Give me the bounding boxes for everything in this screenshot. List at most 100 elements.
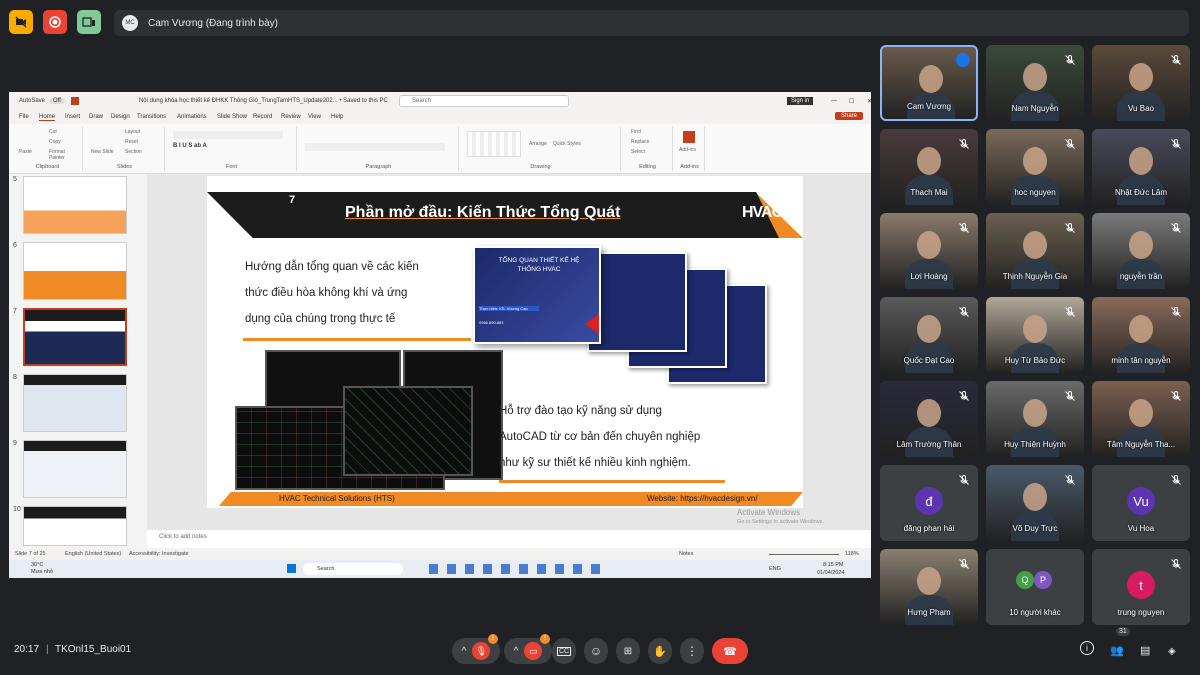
slide-text-2: Hỗ trợ đào tạo kỹ năng sử dụng AutoCAD t… [499, 398, 700, 476]
share-button[interactable]: Share [835, 112, 864, 120]
close-icon[interactable]: ✕ [867, 98, 871, 105]
signin-button[interactable]: Sign in [787, 97, 814, 105]
menu-insert[interactable]: Insert [65, 114, 80, 120]
participant-video [1023, 147, 1047, 175]
pp-search-input[interactable]: Search [399, 95, 569, 107]
slide-thumb-6[interactable] [23, 242, 127, 300]
font-controls[interactable] [173, 131, 283, 139]
participant-tile[interactable]: Vu Bao [1092, 45, 1190, 121]
addins-icon[interactable] [683, 131, 695, 143]
emoji-button[interactable]: ☺ [584, 638, 608, 664]
menu-design[interactable]: Design [111, 114, 130, 120]
participant-tile[interactable]: Nhật Đức Lâm [1092, 129, 1190, 205]
section-button[interactable]: Section [125, 149, 142, 155]
participant-tile[interactable]: Huy Từ Bảo Đức [986, 297, 1084, 373]
camera-button[interactable]: ^ ▭ ! [504, 634, 552, 664]
chat-button[interactable]: ▤ [1140, 641, 1154, 657]
participant-tile[interactable]: Võ Duy Trực [986, 465, 1084, 541]
menu-slideshow[interactable]: Slide Show [217, 114, 247, 120]
status-notes-button[interactable]: Notes [679, 551, 693, 557]
record-icon[interactable] [43, 10, 67, 34]
slide-thumb-5[interactable] [23, 176, 127, 234]
participant-tile[interactable]: Quốc Đạt Cao [880, 297, 978, 373]
recording-icon[interactable] [9, 10, 33, 34]
slide-thumb-9[interactable] [23, 440, 127, 498]
participant-tile[interactable]: Nam Nguyễn [986, 45, 1084, 121]
minimize-icon[interactable]: — [831, 98, 837, 104]
present-icon: ⊞ [623, 645, 633, 657]
find-button[interactable]: Find [631, 129, 641, 135]
mic-off-icon [958, 389, 970, 401]
arrange-button[interactable]: Arrange [529, 141, 547, 147]
leave-call-button[interactable]: ☎ [712, 638, 748, 664]
book-cover-1 [587, 252, 687, 352]
participant-name: Lợi Hoàng [910, 272, 948, 281]
menu-file[interactable]: File [19, 114, 29, 120]
mic-off-icon [1064, 221, 1076, 233]
mic-button[interactable]: ^ 🎙 ! [452, 634, 500, 664]
participant-tile[interactable]: minh tân nguyễn [1092, 297, 1190, 373]
raise-hand-button[interactable]: ✋ [648, 638, 672, 664]
participant-tile[interactable]: Lợi Hoàng [880, 213, 978, 289]
participant-name: Lâm Trường Thân [896, 440, 962, 449]
participant-tile[interactable]: nguyễn trần [1092, 213, 1190, 289]
participant-tile[interactable]: Q P 10 người khác [986, 549, 1084, 625]
slide-thumb-10[interactable] [23, 506, 127, 546]
participant-tile[interactable]: t trung nguyen [1092, 549, 1190, 625]
participant-tile[interactable]: Hưng Phạm [880, 549, 978, 625]
menu-draw[interactable]: Draw [89, 114, 103, 120]
addins-button[interactable]: Add-ins [679, 147, 696, 153]
maximize-icon[interactable]: ☐ [849, 98, 854, 105]
slide-thumb-8[interactable] [23, 374, 127, 432]
zoom-slider[interactable] [769, 554, 839, 555]
participant-tile[interactable]: Thịnh Nguyễn Gia [986, 213, 1084, 289]
more-options-button[interactable]: ⋮ [680, 638, 704, 664]
format-painter-button[interactable]: Format Painter [49, 149, 82, 161]
menu-view[interactable]: View [308, 114, 321, 120]
participant-tile[interactable]: đ đăng phan hải [880, 465, 978, 541]
cut-button[interactable]: Cut [49, 129, 57, 135]
menu-help[interactable]: Help [331, 114, 343, 120]
windows-start-icon[interactable] [287, 564, 296, 573]
mic-off-icon [1064, 53, 1076, 65]
menu-record[interactable]: Record [253, 114, 272, 120]
participant-tile[interactable]: Lâm Trường Thân [880, 381, 978, 457]
participant-video [1023, 399, 1047, 427]
taskbar-search[interactable]: Search [303, 563, 403, 575]
quick-styles-button[interactable]: Quick Styles [553, 141, 581, 147]
current-slide[interactable]: 7 Phần mở đầu: Kiến Thức Tổng Quát HVAC … [207, 176, 803, 508]
new-slide-button[interactable]: New Slide [91, 149, 114, 155]
status-accessibility[interactable]: Accessibility: Investigate [129, 551, 189, 557]
copy-button[interactable]: Copy [49, 139, 61, 145]
participant-tile[interactable]: Tâm Nguyễn Tha... [1092, 381, 1190, 457]
paragraph-buttons[interactable] [305, 143, 445, 151]
layout-button[interactable]: Layout [125, 129, 140, 135]
menu-transitions[interactable]: Transitions [137, 114, 166, 120]
menu-review[interactable]: Review [281, 114, 301, 120]
taskbar-app-icons[interactable] [429, 564, 609, 574]
activities-button[interactable]: ◈ [1168, 641, 1182, 657]
people-button[interactable]: 👥 31 [1110, 627, 1130, 657]
shapes-gallery[interactable] [467, 131, 521, 157]
companion-icon[interactable] [77, 10, 101, 34]
participant-tile[interactable]: Thach Mai [880, 129, 978, 205]
slide-thumb-7[interactable] [23, 308, 127, 366]
reset-button[interactable]: Reset [125, 139, 138, 145]
captions-button[interactable]: CC [552, 638, 576, 664]
menu-animations[interactable]: Animations [177, 114, 207, 120]
present-button[interactable]: ⊞ [616, 638, 640, 664]
participant-tile[interactable]: Vu Vu Hoa [1092, 465, 1190, 541]
autosave-toggle[interactable]: Off [49, 98, 65, 104]
mic-off-icon [1170, 389, 1182, 401]
select-button[interactable]: Select [631, 149, 645, 155]
participant-tile[interactable]: Huy Thiện Huỳnh [986, 381, 1084, 457]
replace-button[interactable]: Replace [631, 139, 649, 145]
font-format-buttons[interactable]: B I U S ab A [173, 143, 207, 149]
paste-button[interactable]: Paste [19, 149, 32, 155]
participant-tile[interactable]: Cam Vương [880, 45, 978, 121]
participant-tile[interactable]: hoc nguyen [986, 129, 1084, 205]
menu-home[interactable]: Home [39, 114, 56, 121]
notes-pane[interactable]: Click to add notes [147, 530, 871, 548]
slide-number: 7 [289, 194, 296, 206]
info-button[interactable]: i [1080, 641, 1094, 655]
